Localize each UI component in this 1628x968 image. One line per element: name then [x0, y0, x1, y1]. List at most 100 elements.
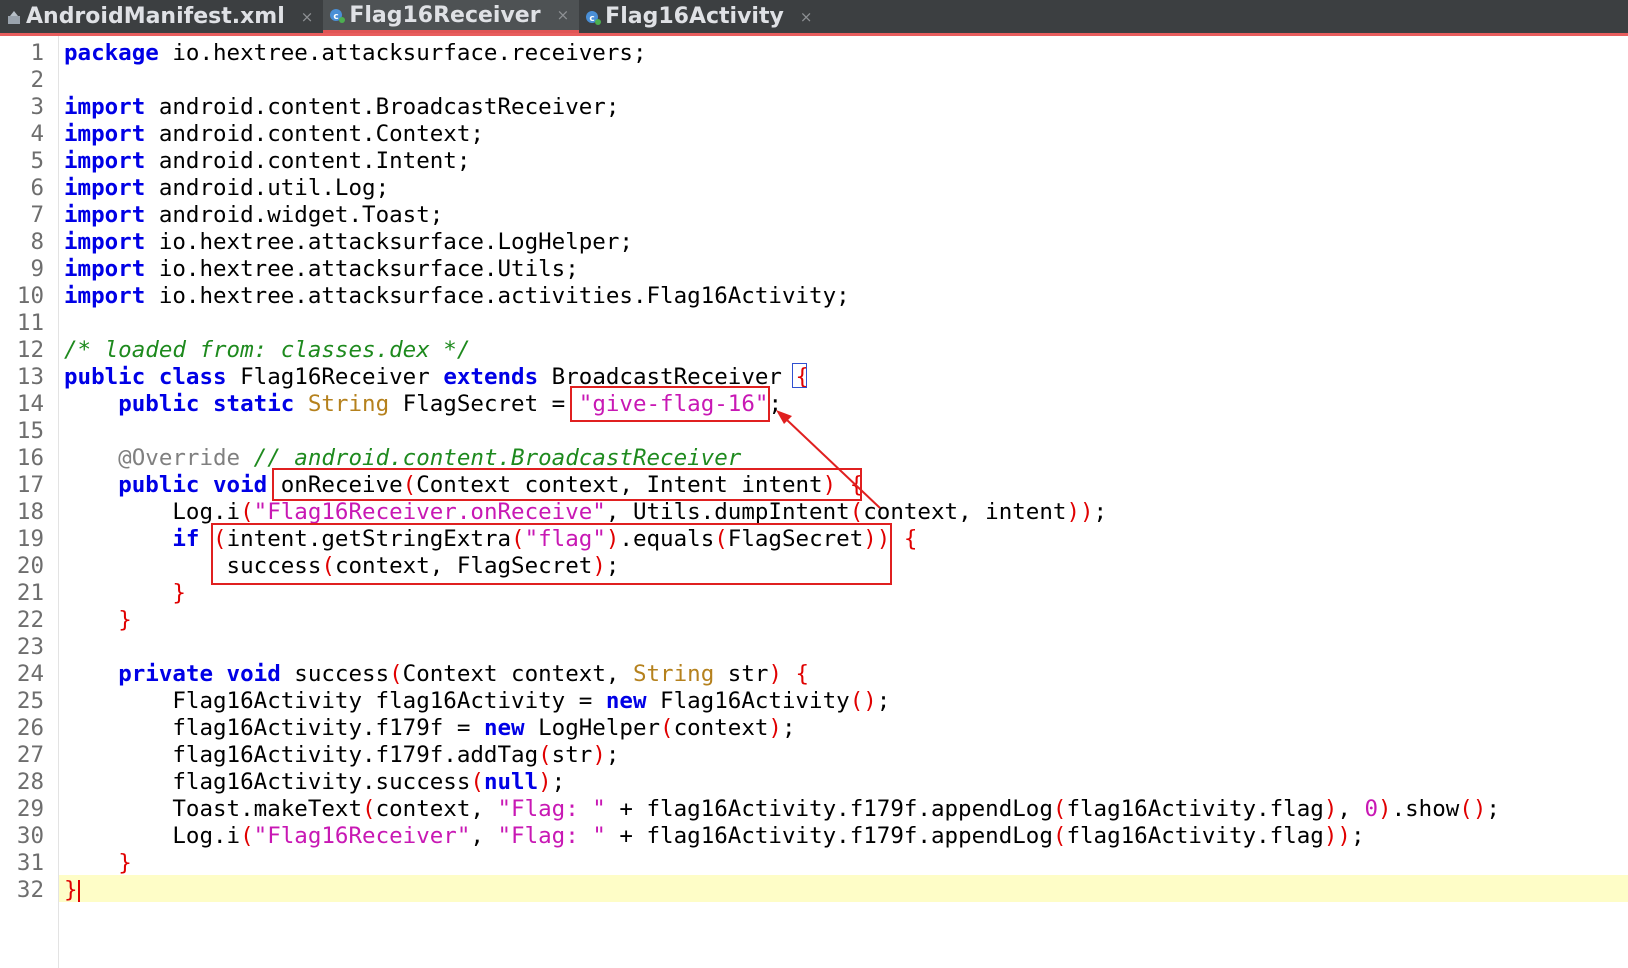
code-line: 23	[0, 634, 1628, 661]
tab-flag16receiver[interactable]: c Flag16Receiver ×	[323, 0, 580, 33]
code-token: "Flag: "	[497, 823, 606, 849]
code-token: success	[64, 553, 322, 579]
line-number: 12	[16, 337, 44, 363]
code-token: BroadcastReceiver	[538, 364, 796, 390]
code-token: }	[172, 580, 186, 606]
code-token: )	[605, 526, 620, 552]
code-token: import	[64, 256, 146, 282]
code-token: extends	[443, 364, 539, 390]
code-token: "Flag: "	[497, 796, 606, 822]
code-line: 15	[0, 418, 1628, 445]
code-token: public class	[64, 364, 227, 390]
line-number: 10	[16, 283, 44, 309]
code-line: 28 flag16Activity.success(null);	[0, 769, 1628, 796]
tab-flag16activity[interactable]: c Flag16Activity ×	[579, 0, 822, 33]
line-number: 17	[16, 472, 44, 498]
code-token: (	[470, 769, 484, 795]
code-line: 7 import android.widget.Toast;	[0, 202, 1628, 229]
code-token: Log.i	[64, 499, 241, 525]
line-number: 31	[16, 850, 44, 876]
editor-tab-bar: AndroidManifest.xml × c Flag16Receiver × c Fla…	[0, 0, 1628, 33]
code-token: import	[64, 94, 146, 120]
line-number: 15	[16, 418, 44, 444]
code-line: 20 success(context, FlagSecret);	[0, 553, 1628, 580]
close-icon[interactable]: ×	[557, 6, 570, 24]
code-token: (	[1052, 796, 1067, 822]
code-token: str	[551, 742, 593, 768]
line-number: 11	[16, 310, 44, 336]
code-token: "Flag16Receiver"	[253, 823, 471, 849]
code-token: str	[714, 661, 769, 687]
code-line: 24 private void success(Context context,…	[0, 661, 1628, 688]
code-token: io.hextree.attacksurface.activities.Flag…	[145, 283, 850, 309]
code-token: (	[240, 499, 254, 525]
code-token: ;	[1350, 823, 1365, 849]
code-token: flag16Activity.flag	[1066, 796, 1324, 822]
code-token: "Flag16Receiver.onReceive"	[253, 499, 606, 525]
code-token: )	[768, 661, 782, 687]
code-token: android.util.Log;	[145, 175, 390, 201]
tab-label: Flag16Receiver	[349, 2, 541, 28]
code-token: new	[483, 715, 525, 741]
code-token: ))	[863, 526, 891, 552]
code-token: }	[118, 850, 132, 876]
code-token: flag16Activity.f179f.addTag	[64, 742, 539, 768]
java-class-icon: c	[330, 9, 346, 23]
code-line: 14 public static String FlagSecret = "gi…	[0, 391, 1628, 418]
code-editor[interactable]: 1 package io.hextree.attacksurface.receiv…	[0, 36, 1628, 968]
code-token: FlagSecret =	[389, 391, 579, 417]
code-token: (	[714, 526, 728, 552]
code-token: (	[362, 796, 376, 822]
code-token: if	[172, 526, 200, 552]
line-number: 1	[30, 40, 44, 66]
close-icon[interactable]: ×	[301, 8, 314, 26]
code-line: 19 if (intent.getStringExtra("flag").equ…	[0, 526, 1628, 553]
code-token: {	[849, 472, 864, 498]
line-number: 25	[16, 688, 44, 714]
close-icon[interactable]: ×	[800, 8, 813, 26]
code-token: flag16Activity.flag	[1066, 823, 1324, 849]
code-line: 29 Toast.makeText(context, "Flag: " + fl…	[0, 796, 1628, 823]
code-token: null	[483, 769, 539, 795]
code-line: 3 import android.content.BroadcastReceive…	[0, 94, 1628, 121]
code-token: android.content.BroadcastReceiver;	[145, 94, 620, 120]
code-token: (	[511, 526, 525, 552]
code-token: /* loaded from: classes.dex */	[64, 337, 471, 363]
svg-text:c: c	[334, 12, 339, 22]
line-number: 13	[16, 364, 44, 390]
code-token: import	[64, 283, 146, 309]
line-number: 6	[30, 175, 44, 201]
code-token: "flag"	[524, 526, 606, 552]
code-token: Flag16Activity flag16Activity =	[64, 688, 606, 714]
code-token: {	[903, 526, 918, 552]
code-token: ;	[1486, 796, 1500, 822]
code-token: ;	[876, 688, 891, 714]
code-token: import	[64, 148, 146, 174]
tab-androidmanifest-xml[interactable]: AndroidManifest.xml ×	[0, 0, 323, 33]
code-token: success	[280, 661, 390, 687]
line-number: 24	[16, 661, 44, 687]
code-line: 8 import io.hextree.attacksurface.LogHelp…	[0, 229, 1628, 256]
code-line: 17 public void onReceive(Context context…	[0, 472, 1628, 499]
tab-label: AndroidManifest.xml	[26, 4, 285, 29]
line-number: 26	[16, 715, 44, 741]
code-line: 12 /* loaded from: classes.dex */	[0, 337, 1628, 364]
code-token: }	[118, 607, 132, 633]
code-token: + flag16Activity.f179f.appendLog	[605, 796, 1053, 822]
code-token: ))	[1323, 823, 1351, 849]
code-token: (	[849, 499, 864, 525]
line-number: 4	[30, 121, 44, 147]
code-line: 16 @Override // android.content.Broadcas…	[0, 445, 1628, 472]
line-number: 29	[16, 796, 44, 822]
code-token: android.content.Intent;	[145, 148, 471, 174]
code-token: android.widget.Toast;	[145, 202, 444, 228]
code-token: )	[822, 472, 837, 498]
code-token: FlagSecret	[727, 526, 864, 552]
